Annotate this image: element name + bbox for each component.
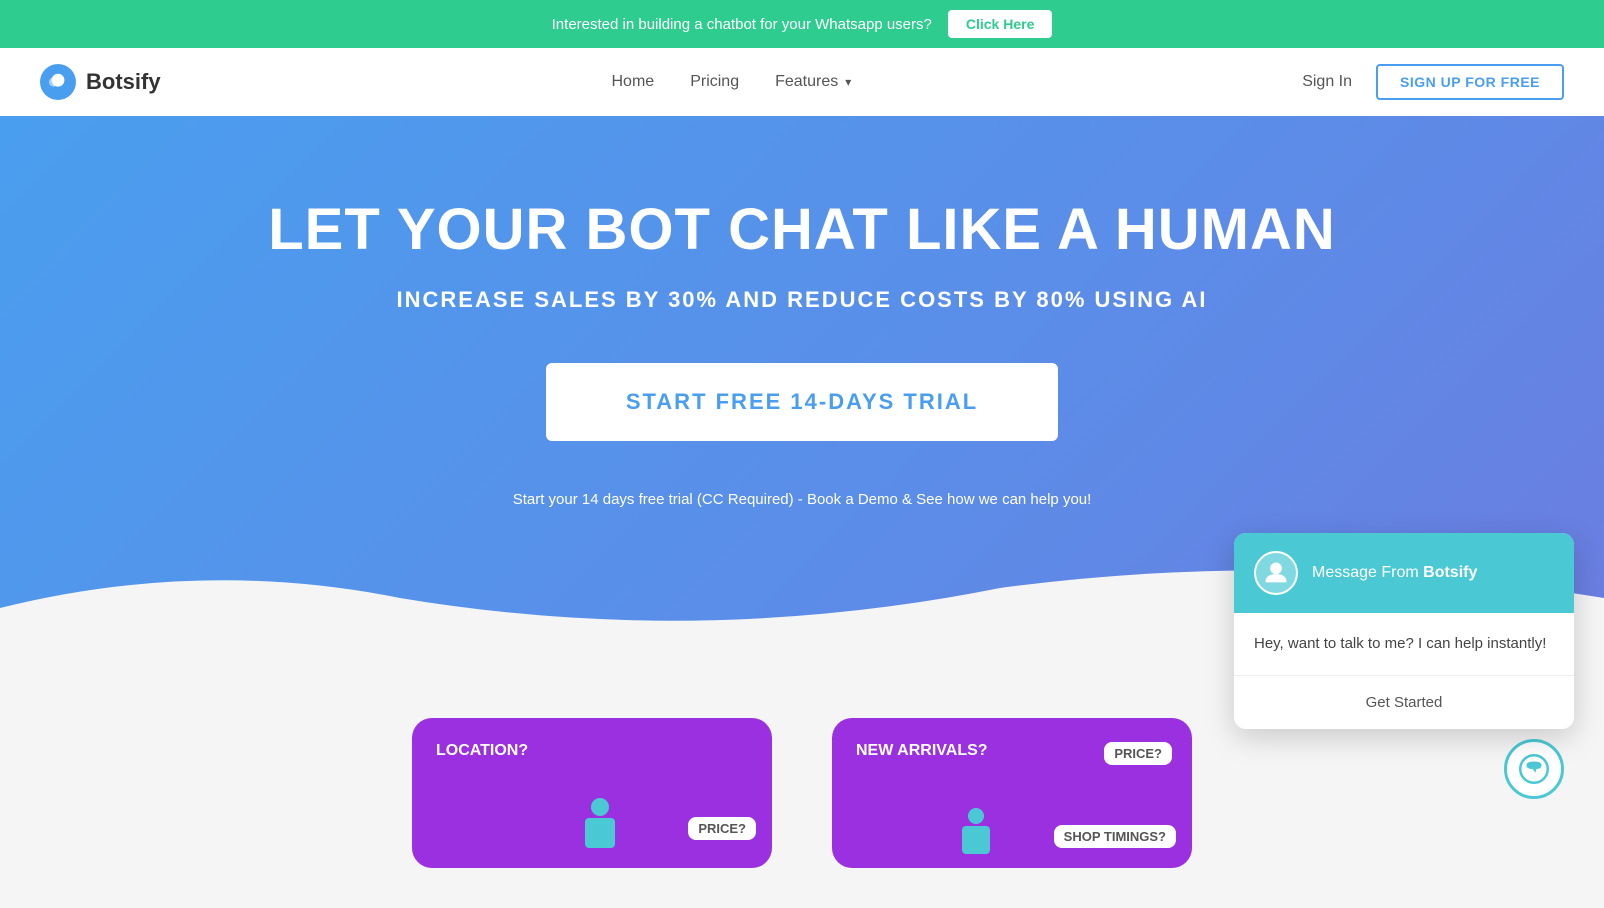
hero-headline: LET YOUR BOT CHAT LIKE A HUMAN	[40, 196, 1564, 263]
banner-text: Interested in building a chatbot for you…	[552, 16, 932, 33]
hero-subtext: Start your 14 days free trial (CC Requir…	[40, 491, 1564, 508]
chat-popup: Message From Botsify Hey, want to talk t…	[1234, 533, 1574, 730]
trial-button[interactable]: START FREE 14-DAYS TRIAL	[546, 363, 1058, 441]
chat-header-title: Message From Botsify	[1312, 564, 1477, 582]
card-left: LOCATION? PRICE?	[412, 718, 772, 868]
logo-icon	[40, 64, 76, 100]
card-right: NEW ARRIVALS? PRICE? SHOP TIMINGS?	[832, 718, 1192, 868]
chat-body: Hey, want to talk to me? I can help inst…	[1234, 613, 1574, 677]
logo-text: Botsify	[86, 69, 161, 95]
card-right-new-arrivals-text: NEW ARRIVALS?	[856, 742, 988, 760]
nav-features[interactable]: Features	[775, 73, 851, 91]
logo[interactable]: Botsify	[40, 64, 161, 100]
chat-header: Message From Botsify	[1234, 533, 1574, 613]
signup-button[interactable]: SIGN UP FOR FREE	[1376, 64, 1564, 100]
banner-click-here-button[interactable]: Click Here	[948, 10, 1052, 38]
top-banner: Interested in building a chatbot for you…	[0, 0, 1604, 48]
card-left-price-text: PRICE?	[698, 821, 746, 836]
chat-avatar	[1254, 551, 1298, 595]
nav-pricing[interactable]: Pricing	[690, 73, 739, 91]
chat-get-started[interactable]: Get Started	[1234, 676, 1574, 729]
chat-widget	[1504, 739, 1564, 799]
features-dropdown-icon	[842, 73, 851, 91]
chat-bubble-button[interactable]	[1504, 739, 1564, 799]
card-right-shop-timings-text: SHOP TIMINGS?	[1064, 829, 1166, 844]
sign-in-link[interactable]: Sign In	[1302, 73, 1352, 91]
nav-home[interactable]: Home	[612, 73, 655, 91]
nav-right: Sign In SIGN UP FOR FREE	[1302, 64, 1564, 100]
navbar: Botsify Home Pricing Features Sign In SI…	[0, 48, 1604, 116]
card-right-price-text: PRICE?	[1114, 746, 1162, 761]
hero-subheadline: INCREASE SALES BY 30% AND REDUCE COSTS B…	[40, 287, 1564, 313]
nav-links: Home Pricing Features	[612, 73, 852, 91]
card-left-location-text: LOCATION?	[436, 742, 528, 760]
